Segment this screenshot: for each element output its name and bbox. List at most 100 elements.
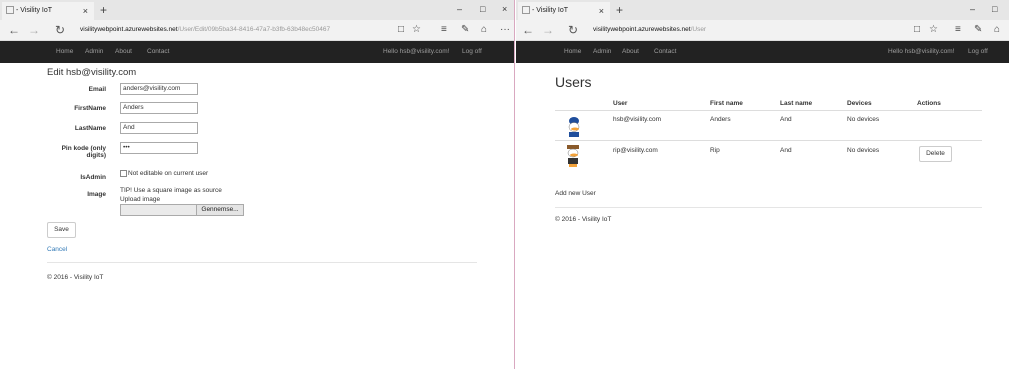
maximize-icon[interactable]: □ bbox=[992, 0, 997, 18]
user-email-link[interactable]: hsb@visility.com bbox=[613, 116, 661, 123]
lastname-field[interactable]: And bbox=[120, 122, 198, 134]
reading-view-icon[interactable]: □ bbox=[914, 20, 920, 40]
pin-label: Pin kode (only digits) bbox=[46, 145, 106, 159]
favorite-icon[interactable]: ☆ bbox=[929, 20, 938, 40]
email-field[interactable]: anders@visility.com bbox=[120, 83, 198, 95]
delete-button[interactable]: Delete bbox=[919, 146, 952, 162]
nav-hello-user[interactable]: Hello hsb@visility.com! bbox=[383, 41, 449, 63]
footer-text: © 2016 - Visility IoT bbox=[47, 274, 104, 281]
tab-strip: - Visility IoT × + – □ × bbox=[0, 0, 514, 20]
file-path-field[interactable] bbox=[120, 204, 197, 216]
page-title: Users bbox=[555, 74, 592, 90]
firstname-field[interactable]: Anders bbox=[120, 102, 198, 114]
row-divider bbox=[555, 140, 982, 141]
nav-home[interactable]: Home bbox=[564, 41, 581, 63]
back-icon[interactable]: ← bbox=[522, 20, 534, 40]
nav-hello-user[interactable]: Hello hsb@visility.com! bbox=[888, 41, 954, 63]
lastname-label: LastName bbox=[74, 125, 106, 132]
more-icon[interactable]: ··· bbox=[500, 20, 510, 40]
hub-icon[interactable]: ≡ bbox=[955, 20, 961, 40]
tab-close-icon[interactable]: × bbox=[599, 2, 604, 20]
refresh-icon[interactable]: ↻ bbox=[55, 20, 65, 40]
share-icon[interactable]: ⌂ bbox=[481, 20, 487, 40]
site-navbar: Home Admin About Contact Hello hsb@visil… bbox=[0, 41, 514, 63]
hub-icon[interactable]: ≡ bbox=[441, 20, 447, 40]
browser-tab[interactable]: - Visility IoT × bbox=[518, 2, 610, 20]
browser-tab[interactable]: - Visility IoT × bbox=[2, 2, 94, 20]
isadmin-row: Not editable on current user bbox=[120, 170, 208, 177]
url-field[interactable]: visilitywebpoint.azurewebsites.net/User/… bbox=[80, 23, 330, 37]
new-tab-icon[interactable]: + bbox=[616, 0, 623, 20]
nav-admin[interactable]: Admin bbox=[593, 41, 611, 63]
address-bar: ← → ↻ visilitywebpoint.azurewebsites.net… bbox=[0, 20, 514, 41]
close-window-icon[interactable]: × bbox=[502, 0, 507, 18]
devices-cell: No devices bbox=[847, 116, 880, 123]
pin-label-line1: Pin kode (only bbox=[61, 145, 106, 152]
nav-contact[interactable]: Contact bbox=[147, 41, 169, 63]
nav-logoff[interactable]: Log off bbox=[462, 41, 482, 63]
tab-strip: - Visility IoT × + – □ bbox=[516, 0, 1009, 20]
column-header-user: User bbox=[613, 100, 628, 107]
browse-button[interactable]: Gennemse... bbox=[196, 204, 244, 216]
minimize-icon[interactable]: – bbox=[970, 0, 975, 18]
minimize-icon[interactable]: – bbox=[457, 0, 462, 18]
browser-window-users: - Visility IoT × + – □ ← → ↻ visilityweb… bbox=[516, 0, 1009, 369]
nav-logoff[interactable]: Log off bbox=[968, 41, 988, 63]
nav-home[interactable]: Home bbox=[56, 41, 73, 63]
isadmin-note: Not editable on current user bbox=[128, 170, 209, 178]
nav-about[interactable]: About bbox=[622, 41, 639, 63]
nav-admin[interactable]: Admin bbox=[85, 41, 103, 63]
reading-view-icon[interactable]: □ bbox=[398, 20, 404, 40]
page-icon bbox=[6, 6, 14, 15]
footer-text: © 2016 - Visility IoT bbox=[555, 216, 612, 223]
email-label: Email bbox=[88, 86, 106, 93]
column-header-last-name: Last name bbox=[780, 100, 813, 107]
divider bbox=[555, 207, 982, 208]
firstname-label: FirstName bbox=[74, 105, 106, 112]
url-host: visilitywebpoint.azurewebsites.net bbox=[80, 26, 178, 33]
browser-window-edit: - Visility IoT × + – □ × ← → ↻ visilityw… bbox=[0, 0, 515, 369]
page-title: Edit hsb@visility.com bbox=[47, 67, 137, 78]
nav-contact[interactable]: Contact bbox=[654, 41, 676, 63]
divider bbox=[47, 262, 477, 263]
forward-icon[interactable]: → bbox=[542, 20, 554, 40]
tab-title: - Visility IoT bbox=[16, 7, 53, 14]
first-name-cell: Rip bbox=[710, 147, 720, 154]
column-header-first-name: First name bbox=[710, 100, 743, 107]
tab-close-icon[interactable]: × bbox=[83, 2, 88, 20]
maximize-icon[interactable]: □ bbox=[480, 0, 485, 18]
share-icon[interactable]: ⌂ bbox=[994, 20, 1000, 40]
tab-title: - Visility IoT bbox=[532, 7, 569, 14]
isadmin-label: IsAdmin bbox=[80, 174, 106, 181]
image-label: Image bbox=[87, 191, 106, 198]
image-tip: TIP! Use a square image as source bbox=[120, 187, 222, 194]
url-field[interactable]: visilitywebpoint.azurewebsites.net/User bbox=[593, 23, 706, 37]
nav-about[interactable]: About bbox=[115, 41, 132, 63]
forward-icon[interactable]: → bbox=[28, 20, 40, 40]
first-name-cell: Anders bbox=[710, 116, 731, 123]
add-new-user-link[interactable]: Add new User bbox=[555, 190, 596, 197]
last-name-cell: And bbox=[780, 147, 792, 154]
last-name-cell: And bbox=[780, 116, 792, 123]
user-avatar bbox=[568, 117, 580, 137]
url-path: /User bbox=[690, 26, 707, 33]
column-header-actions: Actions bbox=[917, 100, 941, 107]
site-navbar: Home Admin About Contact Hello hsb@visil… bbox=[516, 41, 1009, 63]
web-note-icon[interactable]: ✎ bbox=[974, 20, 982, 40]
pin-field[interactable]: ••• bbox=[120, 142, 198, 154]
favorite-icon[interactable]: ☆ bbox=[412, 20, 421, 40]
user-avatar bbox=[567, 145, 579, 167]
table-header-divider bbox=[555, 110, 982, 111]
user-email-link[interactable]: rip@visility.com bbox=[613, 147, 658, 154]
refresh-icon[interactable]: ↻ bbox=[568, 20, 578, 40]
save-button[interactable]: Save bbox=[47, 222, 76, 238]
web-note-icon[interactable]: ✎ bbox=[461, 20, 469, 40]
cancel-link[interactable]: Cancel bbox=[47, 246, 67, 253]
new-tab-icon[interactable]: + bbox=[100, 0, 107, 20]
back-icon[interactable]: ← bbox=[8, 20, 20, 40]
column-header-devices: Devices bbox=[847, 100, 872, 107]
isadmin-checkbox[interactable] bbox=[120, 170, 127, 177]
page-icon bbox=[522, 6, 530, 15]
address-bar: ← → ↻ visilitywebpoint.azurewebsites.net… bbox=[516, 20, 1009, 41]
upload-label: Upload image bbox=[120, 196, 161, 203]
